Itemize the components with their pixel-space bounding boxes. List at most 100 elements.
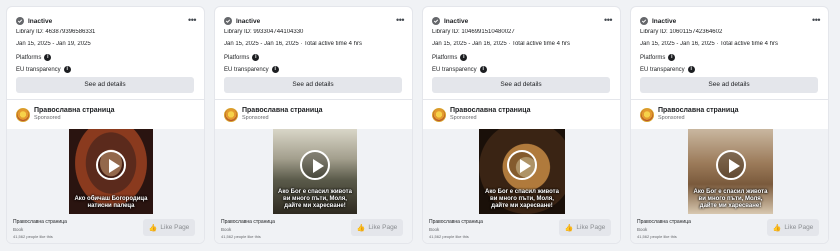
play-icon[interactable]	[715, 149, 746, 180]
more-options-icon[interactable]: •••	[812, 16, 820, 25]
sponsored-label: Sponsored	[450, 115, 477, 121]
ad-media[interactable]: Ако Бог е спасил живота ви много пъти, М…	[631, 129, 828, 214]
status-row: Inactive •••	[640, 15, 820, 27]
ad-caption: Ако Бог е спасил живота ви много пъти, М…	[693, 189, 768, 209]
footer-category: Book	[429, 227, 440, 232]
library-id: Library ID: 1046991510480027	[432, 29, 515, 35]
more-options-icon[interactable]: •••	[188, 16, 196, 25]
library-id: Library ID: 1060115742364602	[640, 29, 723, 35]
inactive-check-icon	[16, 17, 24, 25]
run-dates: Jan 15, 2025 - Jan 19, 2025	[16, 41, 91, 47]
advertiser-row: Православна страница Sponsored	[432, 107, 531, 122]
platforms-row: Platforms i	[16, 54, 198, 61]
status-label: Inactive	[652, 17, 677, 25]
like-page-button[interactable]: 👍 Like Page	[143, 219, 195, 236]
status-label: Inactive	[444, 17, 469, 25]
run-dates: Jan 15, 2025 - Jan 16, 2025 · Total acti…	[224, 41, 362, 47]
eu-transparency-row: EU transparency i	[224, 66, 406, 73]
sponsored-label: Sponsored	[34, 115, 61, 121]
like-page-button[interactable]: 👍 Like Page	[559, 219, 611, 236]
divider	[423, 99, 620, 100]
like-page-button[interactable]: 👍 Like Page	[767, 219, 819, 236]
see-ad-details-button[interactable]: See ad details	[16, 77, 194, 93]
eu-transparency-label: EU transparency	[432, 66, 477, 73]
eu-transparency-row: EU transparency i	[640, 66, 822, 73]
like-page-label: Like Page	[784, 224, 814, 231]
info-icon[interactable]: i	[271, 66, 279, 73]
more-options-icon[interactable]: •••	[604, 16, 612, 25]
ad-caption: Ако Бог е спасил живота ви много пъти, М…	[485, 189, 559, 209]
see-ad-details-button[interactable]: See ad details	[640, 77, 818, 93]
eu-transparency-label: EU transparency	[224, 66, 269, 73]
play-icon[interactable]	[300, 149, 330, 180]
ad-card: Inactive ••• Library ID: 104699151048002…	[422, 6, 621, 244]
eu-transparency-row: EU transparency i	[16, 66, 198, 73]
info-icon[interactable]: i	[44, 54, 52, 61]
like-page-label: Like Page	[576, 224, 606, 231]
inactive-check-icon	[224, 17, 232, 25]
info-icon[interactable]: i	[252, 54, 260, 61]
info-icon[interactable]: i	[460, 54, 468, 61]
like-page-label: Like Page	[368, 224, 398, 231]
footer-likes: 41,562 people like this	[637, 234, 677, 239]
page-avatar[interactable]	[432, 107, 446, 122]
info-icon[interactable]: i	[479, 66, 487, 73]
status-row: Inactive •••	[16, 15, 196, 27]
divider	[7, 99, 204, 100]
library-id: Library ID: 993304744104330	[224, 29, 304, 35]
platforms-row: Platforms i	[432, 54, 614, 61]
inactive-check-icon	[640, 17, 648, 25]
video-thumbnail[interactable]: Ако Бог е спасил живота ви много пъти, М…	[273, 129, 357, 214]
advertiser-row: Православна страница Sponsored	[640, 107, 739, 122]
video-thumbnail[interactable]: Ако обичаш Богородица натисни палеца	[69, 129, 153, 214]
ad-media[interactable]: Ако Бог е спасил живота ви много пъти, М…	[423, 129, 620, 214]
ad-card: Inactive ••• Library ID: 463879396586331…	[6, 6, 205, 244]
page-avatar[interactable]	[224, 107, 238, 122]
status-label: Inactive	[236, 17, 261, 25]
platforms-label: Platforms	[432, 54, 458, 61]
ad-footer: Православна страница Book 41,562 people …	[7, 214, 204, 243]
page-name[interactable]: Православна страница	[450, 107, 531, 115]
eu-transparency-label: EU transparency	[16, 66, 61, 73]
video-thumbnail[interactable]: Ако Бог е спасил живота ви много пъти, М…	[688, 129, 773, 214]
page-avatar[interactable]	[640, 107, 654, 122]
ad-footer: Православна страница Book 41,562 people …	[423, 214, 620, 243]
ad-card: Inactive ••• Library ID: 106011574236460…	[630, 6, 829, 244]
info-icon[interactable]: i	[687, 66, 695, 73]
ad-caption: Ако обичаш Богородица натисни палеца	[74, 196, 148, 209]
sponsored-label: Sponsored	[242, 115, 269, 121]
library-id: Library ID: 463879396586331	[16, 29, 96, 35]
page-name[interactable]: Православна страница	[658, 107, 739, 115]
play-icon[interactable]	[96, 149, 126, 180]
page-name[interactable]: Православна страница	[242, 107, 323, 115]
ad-caption: Ако Бог е спасил живота ви много пъти, М…	[278, 189, 352, 209]
thumbs-up-icon: 👍	[564, 224, 574, 232]
ad-media[interactable]: Ако обичаш Богородица натисни палеца	[7, 129, 204, 214]
thumbs-up-icon: 👍	[356, 224, 366, 232]
page-name[interactable]: Православна страница	[34, 107, 115, 115]
platforms-label: Platforms	[640, 54, 666, 61]
ad-footer: Православна страница Book 41,562 people …	[215, 214, 412, 243]
like-page-label: Like Page	[160, 224, 190, 231]
eu-transparency-row: EU transparency i	[432, 66, 614, 73]
run-dates: Jan 15, 2025 - Jan 16, 2025 · Total acti…	[640, 41, 778, 47]
like-page-button[interactable]: 👍 Like Page	[351, 219, 403, 236]
thumbs-up-icon: 👍	[772, 224, 782, 232]
footer-page-name: Православна страница	[429, 219, 483, 225]
play-icon[interactable]	[507, 149, 537, 180]
page-avatar[interactable]	[16, 107, 30, 122]
see-ad-details-button[interactable]: See ad details	[224, 77, 402, 93]
run-dates: Jan 15, 2025 - Jan 16, 2025 · Total acti…	[432, 41, 570, 47]
info-icon[interactable]: i	[668, 54, 676, 61]
video-thumbnail[interactable]: Ако Бог е спасил живота ви много пъти, М…	[479, 129, 565, 214]
more-options-icon[interactable]: •••	[396, 16, 404, 25]
footer-likes: 41,562 people like this	[13, 234, 53, 239]
see-ad-details-button[interactable]: See ad details	[432, 77, 610, 93]
info-icon[interactable]: i	[63, 66, 71, 73]
platforms-row: Platforms i	[224, 54, 406, 61]
footer-page-name: Православна страница	[637, 219, 691, 225]
ad-media[interactable]: Ако Бог е спасил живота ви много пъти, М…	[215, 129, 412, 214]
thumbs-up-icon: 👍	[148, 224, 158, 232]
sponsored-label: Sponsored	[658, 115, 685, 121]
ad-card: Inactive ••• Library ID: 993304744104330…	[214, 6, 413, 244]
